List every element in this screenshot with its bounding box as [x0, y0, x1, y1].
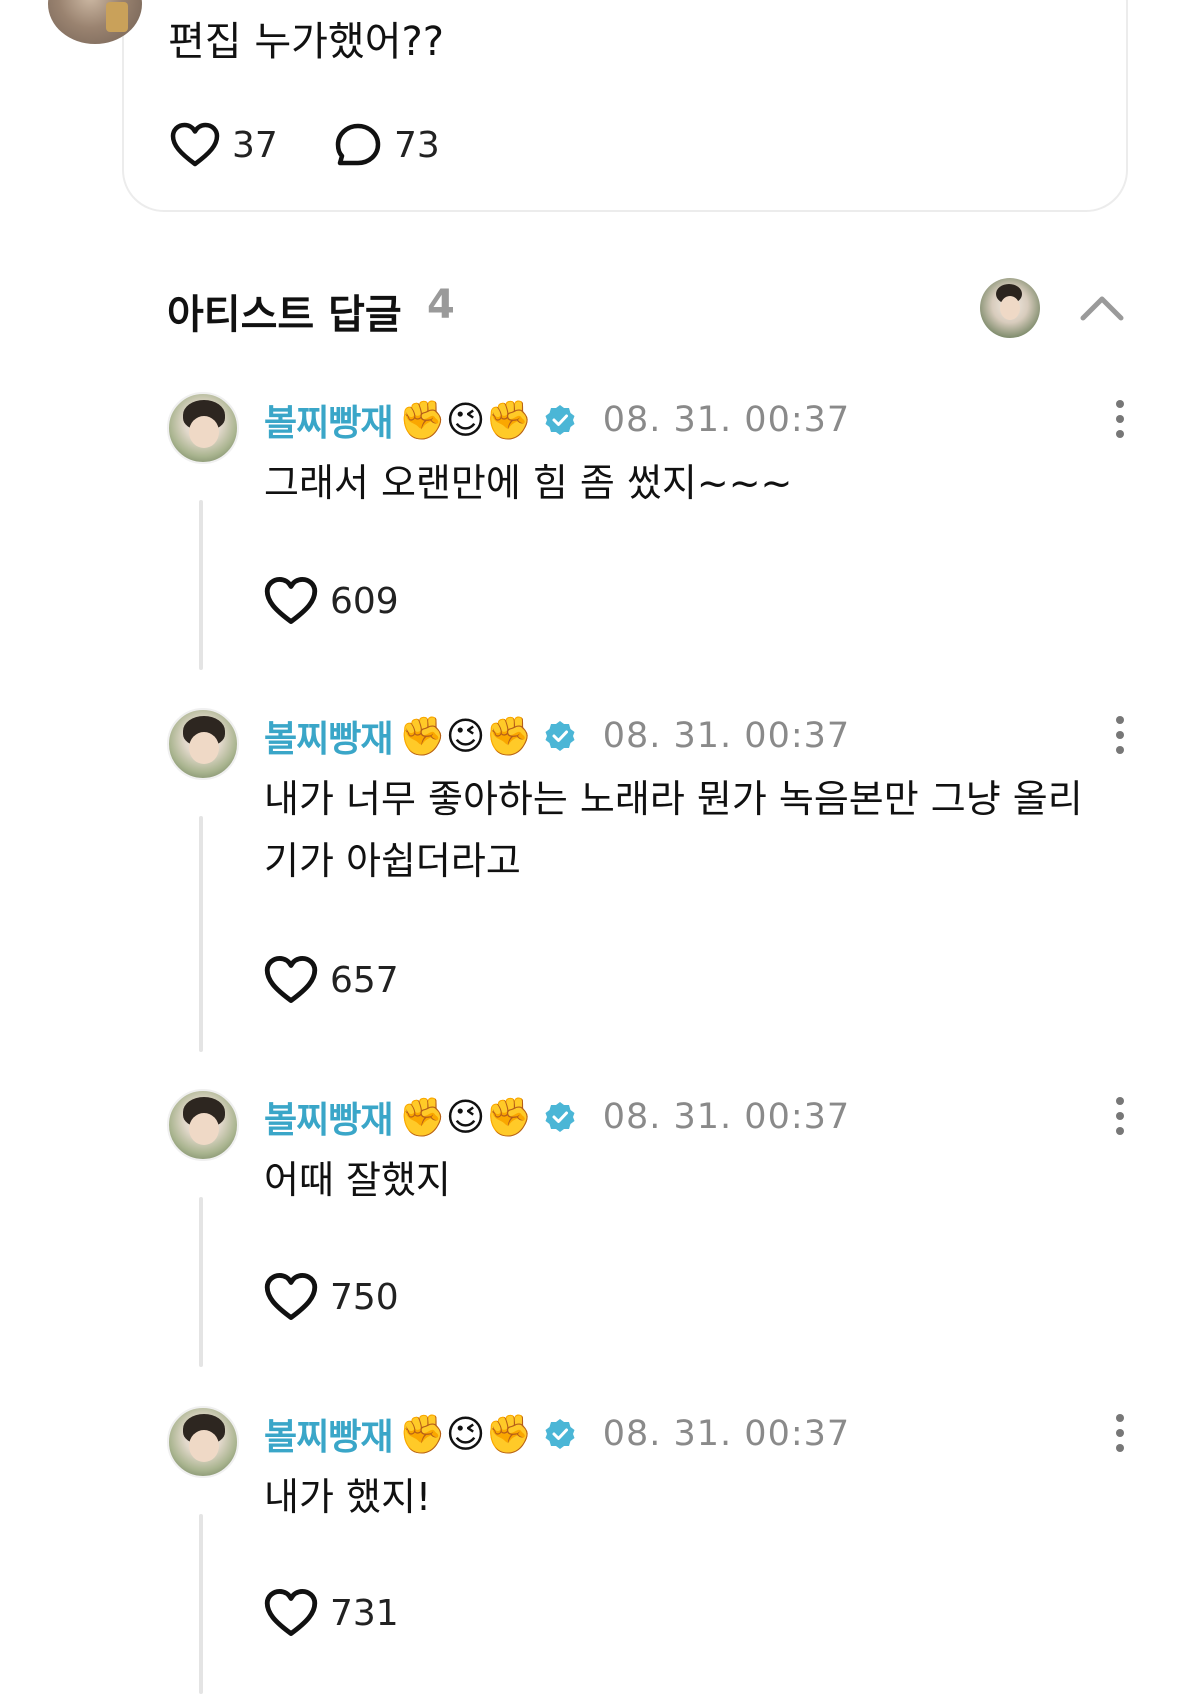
reply-header: 볼찌빵재 ✊😉✊ 08. 31. 00:37: [264, 710, 850, 762]
heart-icon: [264, 1588, 318, 1636]
author-name[interactable]: 볼찌빵재: [264, 1408, 393, 1460]
reply-header: 볼찌빵재 ✊😉✊ 08. 31. 00:37: [264, 1091, 850, 1143]
reply-like-button[interactable]: 731: [264, 1588, 399, 1638]
verified-badge-icon: [545, 1102, 575, 1132]
reply-like-count: 750: [330, 1276, 399, 1318]
more-vertical-icon[interactable]: [1113, 1097, 1127, 1135]
reply-like-count: 657: [330, 959, 399, 1001]
thread-line: [199, 1197, 203, 1367]
verified-badge-icon: [545, 721, 575, 751]
reply-text: 내가 너무 좋아하는 노래라 뭔가 녹음본만 그냥 올리기가 아쉽더라고: [264, 777, 1083, 883]
author-emojis: ✊😉✊: [398, 1411, 533, 1456]
heart-icon: [264, 1272, 318, 1320]
author-name[interactable]: 볼찌빵재: [264, 394, 393, 446]
post-like-count: 37: [232, 124, 278, 166]
author-emojis: ✊😉✊: [398, 1094, 533, 1139]
section-title: 아티스트 답글: [167, 292, 402, 338]
reply-timestamp: 08. 31. 00:37: [602, 400, 851, 440]
reply-header: 볼찌빵재 ✊😉✊ 08. 31. 00:37: [264, 394, 850, 446]
reply-like-count: 731: [330, 1592, 399, 1634]
reply-like-button[interactable]: 609: [264, 576, 399, 626]
reply-avatar[interactable]: [167, 392, 239, 464]
reply-text: 어때 잘했지: [264, 1158, 451, 1202]
reply-avatar[interactable]: [167, 708, 239, 780]
post-comment-count: 73: [394, 124, 440, 166]
reply-like-button[interactable]: 750: [264, 1272, 399, 1322]
author-name[interactable]: 볼찌빵재: [264, 710, 393, 762]
reply-timestamp: 08. 31. 00:37: [602, 716, 851, 756]
post-like-button[interactable]: 37: [170, 122, 278, 168]
reply-header: 볼찌빵재 ✊😉✊ 08. 31. 00:37: [264, 1408, 850, 1460]
reply-text: 그래서 오랜만에 힘 좀 썼지~~~: [264, 461, 793, 505]
heart-icon: [264, 576, 318, 624]
author-emojis: ✊😉✊: [398, 713, 533, 758]
verified-badge-icon: [545, 405, 575, 435]
reply-item: 볼찌빵재 ✊😉✊ 08. 31. 00:37 내가 했지! 731: [167, 1406, 1127, 1694]
reply-avatar[interactable]: [167, 1406, 239, 1478]
section-count: 4: [427, 282, 455, 328]
thread-line: [199, 1514, 203, 1694]
artist-avatar[interactable]: [980, 278, 1040, 338]
more-vertical-icon[interactable]: [1113, 1414, 1127, 1452]
more-vertical-icon[interactable]: [1113, 716, 1127, 754]
comment-bubble-icon: [335, 123, 381, 166]
heart-icon: [264, 955, 318, 1003]
verified-badge-icon: [545, 1419, 575, 1449]
reply-item: 볼찌빵재 ✊😉✊ 08. 31. 00:37 내가 너무 좋아하는 노래라 뭔가…: [167, 708, 1127, 1058]
artist-replies-header: 아티스트 답글 4: [167, 278, 1127, 348]
reply-item: 볼찌빵재 ✊😉✊ 08. 31. 00:37 그래서 오랜만에 힘 좀 썼지~~…: [167, 392, 1127, 680]
thread-line: [199, 500, 203, 670]
reply-timestamp: 08. 31. 00:37: [602, 1414, 851, 1454]
reply-avatar[interactable]: [167, 1089, 239, 1161]
reply-like-count: 609: [330, 580, 399, 622]
post-comment-button[interactable]: 73: [334, 122, 440, 168]
author-name[interactable]: 볼찌빵재: [264, 1091, 393, 1143]
reply-text: 내가 했지!: [264, 1475, 432, 1519]
reply-item: 볼찌빵재 ✊😉✊ 08. 31. 00:37 어때 잘했지 750: [167, 1089, 1127, 1377]
author-emojis: ✊😉✊: [398, 397, 533, 442]
heart-icon: [170, 122, 220, 167]
more-vertical-icon[interactable]: [1113, 400, 1127, 438]
thread-line: [199, 816, 203, 1052]
reply-like-button[interactable]: 657: [264, 955, 399, 1005]
post-text: 편집 누가했어??: [168, 19, 444, 65]
reply-timestamp: 08. 31. 00:37: [602, 1097, 851, 1137]
chevron-up-icon[interactable]: [1079, 288, 1125, 328]
